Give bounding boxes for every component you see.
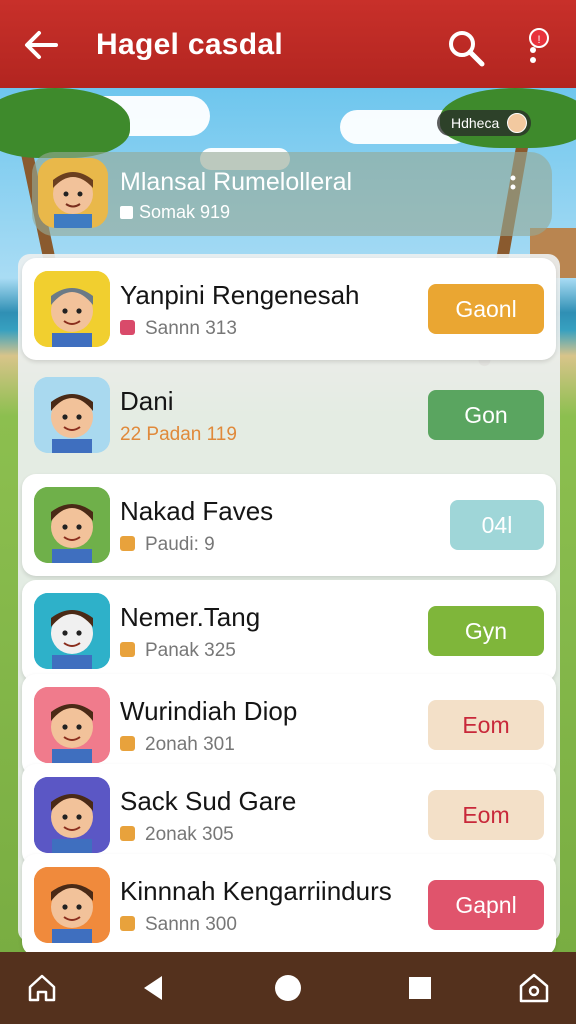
recents-square-icon[interactable] <box>402 970 438 1006</box>
list-item-name: Wurindiah Diop <box>120 696 298 726</box>
tag-icon <box>120 826 135 841</box>
back-triangle-icon[interactable] <box>136 970 172 1006</box>
list-item-name: Sack Sud Gare <box>120 786 297 816</box>
notification-badge: ! <box>529 28 549 48</box>
list-item-action-button[interactable]: Gapnl <box>428 880 544 930</box>
list-item-action-button[interactable]: Eom <box>428 700 544 750</box>
profile-card[interactable]: Mlansal Rumelolleral Somak 919 <box>32 152 552 236</box>
list-item-subtitle: Paudi: 9 <box>120 534 215 556</box>
list-item-name: Yanpini Rengenesah <box>120 280 360 310</box>
camera-home-icon[interactable] <box>516 970 552 1006</box>
list-item-name: Nakad Faves <box>120 496 274 526</box>
list-item-avatar <box>34 377 110 453</box>
list-item-action-button[interactable]: 04l <box>450 500 544 550</box>
search-icon[interactable] <box>446 28 486 68</box>
system-nav-bar <box>0 952 576 1024</box>
list-item-action-button[interactable]: Eom <box>428 790 544 840</box>
list-item-avatar <box>34 487 110 563</box>
list-item[interactable]: Nakad Faves Paudi: 9 04l <box>22 474 556 576</box>
page-title: Hagel casdal <box>96 28 284 61</box>
list-item[interactable]: Sack Sud Gare 2onak 305 Eom <box>22 764 556 866</box>
list-item-subtitle: 22 Padan 119 <box>120 424 237 445</box>
tag-icon <box>120 642 135 657</box>
user-chip[interactable]: Hdheca <box>437 110 532 136</box>
list-item-name: Nemer.Tang <box>120 602 261 632</box>
profile-more-icon[interactable] <box>508 170 518 200</box>
app-bar: Hagel casdal ! <box>0 0 576 88</box>
tag-icon <box>120 916 135 931</box>
list-item-action-button[interactable]: Gyn <box>428 606 544 656</box>
list-item[interactable]: Nemer.Tang Panak 325 Gyn <box>22 580 556 682</box>
contact-list: Yanpini Rengenesah Sannn 313 Gaonl Dani 22 … <box>18 254 560 956</box>
briefcase-icon <box>120 206 133 219</box>
home-icon[interactable] <box>24 970 60 1006</box>
list-item-name: Dani <box>120 386 174 416</box>
list-item[interactable]: Dani 22 Padan 119 Gon <box>22 364 556 466</box>
profile-sub: Somak 919 <box>120 202 230 223</box>
list-item-avatar <box>34 867 110 943</box>
list-item-subtitle: 2onak 305 <box>120 824 234 846</box>
list-item[interactable]: Yanpini Rengenesah Sannn 313 Gaonl <box>22 258 556 360</box>
list-item-avatar <box>34 271 110 347</box>
back-arrow-icon[interactable] <box>22 26 60 64</box>
list-item-subtitle: Panak 325 <box>120 640 236 662</box>
chip-avatar <box>507 113 528 133</box>
tag-icon <box>120 736 135 751</box>
tag-icon <box>120 536 135 551</box>
profile-name: Mlansal Rumelolleral <box>120 168 353 196</box>
chip-label: Hdheca <box>451 115 500 131</box>
profile-avatar <box>38 158 108 228</box>
home-circle-icon[interactable] <box>270 970 306 1006</box>
list-item[interactable]: Kinnnah Kengarriindurs Sannn 300 Gapnl <box>22 854 556 956</box>
list-item-avatar <box>34 777 110 853</box>
list-item[interactable]: Wurindiah Diop 2onah 301 Eom <box>22 674 556 776</box>
list-item-subtitle: Sannn 313 <box>120 318 237 340</box>
tag-icon <box>120 320 135 335</box>
list-item-subtitle: Sannn 300 <box>120 914 237 936</box>
list-item-action-button[interactable]: Gaonl <box>428 284 544 334</box>
list-item-avatar <box>34 593 110 669</box>
list-item-action-button[interactable]: Gon <box>428 390 544 440</box>
list-item-name: Kinnnah Kengarriindurs <box>120 876 392 906</box>
list-item-subtitle: 2onah 301 <box>120 734 235 756</box>
list-item-avatar <box>34 687 110 763</box>
